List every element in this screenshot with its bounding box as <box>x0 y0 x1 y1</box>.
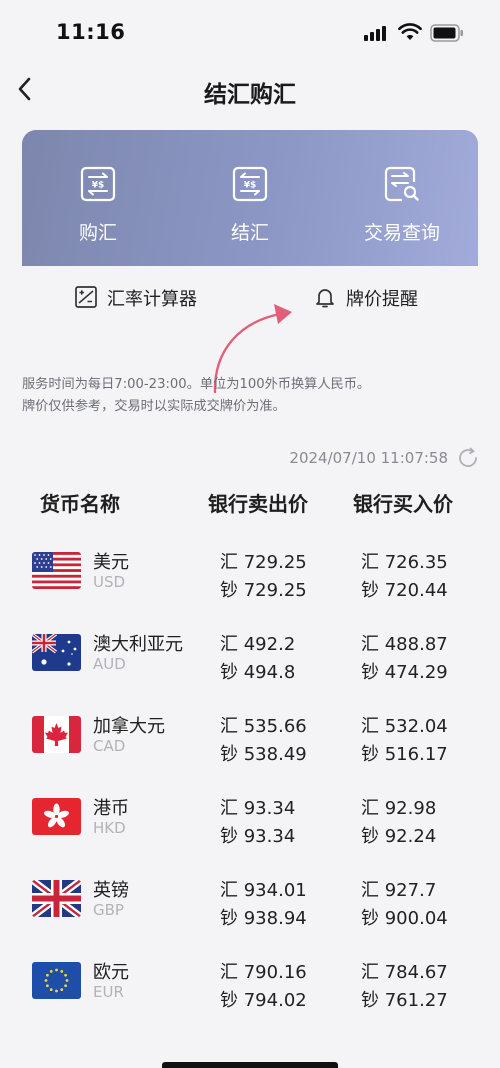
transaction-query-label: 交易查询 <box>363 222 440 244</box>
buy-exchange-rate: 汇 927.7 <box>361 880 437 901</box>
buy-exchange-label: 购汇 <box>78 222 117 244</box>
status-time: 11:16 <box>56 20 126 44</box>
cellular-signal-icon <box>364 25 386 41</box>
price-alert-label: 牌价提醒 <box>346 289 418 310</box>
currency-row-eur[interactable]: 欧元 EUR 汇 790.16 钞 794.02 汇 784.67 钞 761.… <box>0 950 500 1032</box>
column-header-currency: 货币名称 <box>40 492 120 516</box>
buy-cash-rate: 钞 900.04 <box>361 908 448 929</box>
transaction-query-icon <box>384 166 419 202</box>
rate-calculator-button[interactable]: 汇率计算器 <box>75 284 215 312</box>
column-header-sell: 银行卖出价 <box>208 492 308 516</box>
sell-cash-rate: 钞 538.49 <box>220 744 307 765</box>
hk-flag-icon <box>32 798 81 835</box>
currency-name: 港币 <box>93 798 129 819</box>
svg-text:¥$: ¥$ <box>244 181 257 191</box>
currency-code: CAD <box>93 737 126 755</box>
currency-code: GBP <box>93 901 124 919</box>
sell-exchange-rate: 汇 934.01 <box>220 880 307 901</box>
settle-exchange-icon: ¥$ <box>232 166 268 202</box>
sell-cash-rate: 钞 794.02 <box>220 990 307 1011</box>
column-header-buy: 银行买入价 <box>353 492 453 516</box>
gb-flag-icon <box>32 880 81 917</box>
currency-row-cad[interactable]: 加拿大元 CAD 汇 535.66 钞 538.49 汇 532.04 钞 51… <box>0 704 500 786</box>
buy-exchange-rate: 汇 92.98 <box>361 798 437 819</box>
battery-icon <box>430 24 463 42</box>
us-flag-icon <box>32 552 81 589</box>
currency-name: 英镑 <box>93 880 129 901</box>
buy-cash-rate: 钞 516.17 <box>361 744 448 765</box>
buy-cash-rate: 钞 761.27 <box>361 990 448 1011</box>
currency-name: 澳大利亚元 <box>93 634 183 655</box>
buy-exchange-rate: 汇 784.67 <box>361 962 448 983</box>
refresh-icon[interactable] <box>456 446 480 470</box>
buy-exchange-rate: 汇 532.04 <box>361 716 448 737</box>
currency-code: USD <box>93 573 126 591</box>
settle-exchange-label: 结汇 <box>230 222 269 244</box>
service-notice: 服务时间为每日7:00-23:00。单位为100外币换算人民币。 牌价仅供参考，… <box>22 374 482 418</box>
buy-exchange-icon: ¥$ <box>80 166 116 202</box>
ca-flag-icon <box>32 716 81 753</box>
sell-cash-rate: 钞 494.8 <box>220 662 296 683</box>
page-title: 结汇购汇 <box>204 82 296 108</box>
sell-exchange-rate: 汇 790.16 <box>220 962 307 983</box>
currency-name: 欧元 <box>93 962 129 983</box>
currency-row-gbp[interactable]: 英镑 GBP 汇 934.01 钞 938.94 汇 927.7 钞 900.0… <box>0 868 500 950</box>
transaction-query-button[interactable]: 交易查询 <box>326 130 478 266</box>
currency-row-hkd[interactable]: 港币 HKD 汇 93.34 钞 93.34 汇 92.98 钞 92.24 <box>0 786 500 868</box>
exchange-actions-banner: ¥$ 购汇 ¥$ 结汇 交易查询 <box>22 130 478 266</box>
nav-bar: 结汇购汇 <box>0 62 500 118</box>
status-bar: 11:16 <box>0 0 500 62</box>
buy-exchange-button[interactable]: ¥$ 购汇 <box>22 130 174 266</box>
sell-exchange-rate: 汇 535.66 <box>220 716 307 737</box>
buy-exchange-rate: 汇 726.35 <box>361 552 448 573</box>
currency-code: EUR <box>93 983 124 1001</box>
wifi-icon <box>398 23 422 40</box>
price-alert-button[interactable]: 牌价提醒 <box>314 284 434 312</box>
rate-calculator-label: 汇率计算器 <box>107 289 197 310</box>
buy-cash-rate: 钞 720.44 <box>361 580 448 601</box>
sell-cash-rate: 钞 93.34 <box>220 826 296 847</box>
update-timestamp: 2024/07/10 11:07:58 <box>289 449 448 467</box>
sell-cash-rate: 钞 729.25 <box>220 580 307 601</box>
bell-icon <box>316 289 334 308</box>
eu-flag-icon <box>32 962 81 999</box>
currency-row-aud[interactable]: 澳大利亚元 AUD 汇 492.2 钞 494.8 汇 488.87 钞 474… <box>0 622 500 704</box>
calculator-icon <box>75 286 97 308</box>
currency-code: AUD <box>93 655 126 673</box>
update-info: 2024/07/10 11:07:58 <box>280 446 480 472</box>
notice-line-1: 服务时间为每日7:00-23:00。单位为100外币换算人民币。 <box>22 377 371 392</box>
svg-text:¥$: ¥$ <box>92 181 105 191</box>
sell-exchange-rate: 汇 93.34 <box>220 798 296 819</box>
sell-exchange-rate: 汇 729.25 <box>220 552 307 573</box>
currency-row-usd[interactable]: 美元 USD 汇 729.25 钞 729.25 汇 726.35 钞 720.… <box>0 540 500 622</box>
au-flag-icon <box>32 634 81 671</box>
buy-cash-rate: 钞 92.24 <box>361 826 437 847</box>
buy-cash-rate: 钞 474.29 <box>361 662 448 683</box>
sell-cash-rate: 钞 938.94 <box>220 908 307 929</box>
home-indicator[interactable] <box>162 1062 338 1068</box>
buy-exchange-rate: 汇 488.87 <box>361 634 448 655</box>
settle-exchange-button[interactable]: ¥$ 结汇 <box>174 130 326 266</box>
currency-code: HKD <box>93 819 126 837</box>
currency-name: 加拿大元 <box>93 716 165 737</box>
notice-line-2: 牌价仅供参考，交易时以实际成交牌价为准。 <box>22 399 286 414</box>
currency-name: 美元 <box>93 552 129 573</box>
sell-exchange-rate: 汇 492.2 <box>220 634 296 655</box>
